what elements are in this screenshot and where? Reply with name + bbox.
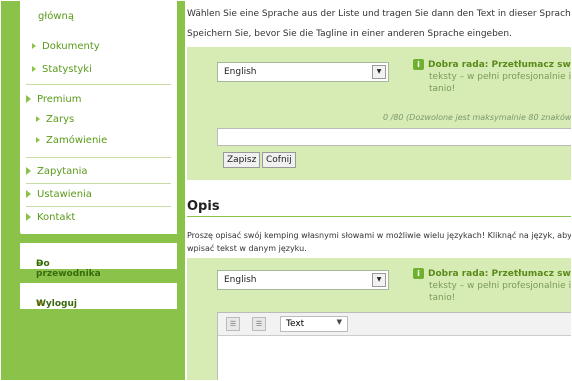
unordered-list-icon[interactable]: ☰ — [252, 317, 266, 331]
format-value: Text — [286, 319, 305, 329]
tagline-panel: English ▼ i Dobra rada: Przetłumacz swoje… — [187, 47, 572, 180]
chevron-right-icon — [26, 95, 31, 103]
sidebar-item-dokumenty[interactable]: Dokumenty — [32, 41, 100, 52]
save-button[interactable]: Zapisz — [223, 152, 261, 168]
opis-panel: English ▼ i Dobra rada: Przetłumacz swoje… — [187, 258, 572, 381]
opis-instruction: Proszę opisać swój kemping własnymi słow… — [187, 231, 572, 240]
sidebar: główną Dokumenty Statystyki Premium Zary… — [0, 0, 185, 381]
logout-button-label: Wyloguj — [36, 299, 77, 309]
divider — [26, 206, 171, 207]
sidebar-item-ustawienia[interactable]: Ustawienia — [26, 189, 92, 200]
tip-text: teksty – w pełni profesjonalnie i — [429, 72, 572, 82]
sidebar-item-label: Zapytania — [37, 166, 88, 177]
ordered-list-icon[interactable]: ☰ — [226, 317, 240, 331]
divider — [26, 84, 171, 85]
chevron-down-icon: ▼ — [372, 65, 386, 79]
tagline-language-select[interactable]: English ▼ — [217, 62, 389, 82]
info-icon: i — [413, 59, 424, 70]
tip-text: tanio! — [429, 84, 456, 94]
sidebar-item-label: Dokumenty — [42, 41, 100, 52]
sidebar-item-home[interactable]: główną — [38, 11, 74, 22]
main-content: Wählen Sie eine Sprache aus der Liste un… — [185, 0, 572, 381]
sidebar-item-label: Statystyki — [42, 64, 92, 75]
undo-button[interactable]: Cofnij — [262, 152, 296, 168]
sidebar-item-zapytania[interactable]: Zapytania — [26, 166, 88, 177]
sidebar-item-premium[interactable]: Premium — [26, 94, 82, 105]
tagline-instruction: Speichern Sie, bevor Sie die Tagline in … — [187, 29, 512, 39]
logout-button[interactable]: ✖ Wyloguj — [20, 283, 177, 309]
sidebar-item-kontakt[interactable]: Kontakt — [26, 212, 75, 223]
guide-button-label: Do przewodnika — [36, 259, 101, 279]
tagline-instruction: Wählen Sie eine Sprache aus der Liste un… — [187, 9, 572, 19]
opis-language-select[interactable]: English ▼ — [217, 270, 389, 290]
chevron-right-icon — [36, 137, 40, 143]
format-select[interactable]: Text ▼ — [280, 316, 348, 332]
chevron-right-icon — [36, 116, 40, 122]
chevron-down-icon: ▼ — [372, 273, 386, 287]
selected-language: English — [224, 67, 257, 77]
sidebar-item-label: Kontakt — [37, 212, 76, 223]
translation-tip: i Dobra rada: Przetłumacz swoje teksty – … — [413, 268, 572, 304]
char-counter: 0 /80 (Dozwolone jest maksymalnie 80 zna… — [383, 113, 572, 122]
sidebar-item-label: Zarys — [46, 114, 75, 125]
divider — [26, 157, 171, 158]
tagline-input[interactable] — [217, 128, 572, 146]
section-underline — [187, 216, 572, 217]
translation-tip: i Dobra rada: Przetłumacz swoje teksty – … — [413, 59, 572, 95]
chevron-right-icon — [26, 190, 31, 198]
divider — [26, 183, 171, 184]
sidebar-item-zarys[interactable]: Zarys — [36, 114, 74, 125]
tip-title: Dobra rada: Przetłumacz swoje — [428, 60, 572, 70]
chevron-right-icon — [32, 43, 36, 49]
opis-instruction: wpisać tekst w danym języku. — [187, 244, 307, 253]
sidebar-item-label: Premium — [37, 94, 82, 105]
sidebar-item-label: Zamówienie — [46, 135, 108, 146]
sidebar-item-zamowienie[interactable]: Zamówienie — [36, 135, 107, 146]
sidebar-item-label: Ustawienia — [37, 189, 92, 200]
guide-button[interactable]: ➡ Do przewodnika — [20, 243, 177, 279]
tip-text: tanio! — [429, 293, 456, 303]
editor-toolbar: ☰ ☰ Text ▼ — [218, 313, 572, 336]
chevron-right-icon — [32, 66, 36, 72]
chevron-down-icon: ▼ — [336, 318, 342, 326]
sidebar-item-label: główną — [38, 11, 74, 22]
section-title-opis: Opis — [187, 199, 220, 214]
selected-language: English — [224, 275, 257, 285]
sidebar-item-statystyki[interactable]: Statystyki — [32, 64, 92, 75]
tip-text: teksty – w pełni profesjonalnie i — [429, 281, 572, 291]
chevron-right-icon — [26, 167, 31, 175]
tip-title: Dobra rada: Przetłumacz swoje — [428, 269, 572, 279]
description-editor[interactable]: ☰ ☰ Text ▼ — [217, 312, 572, 381]
chevron-right-icon — [26, 213, 31, 221]
info-icon: i — [413, 268, 424, 279]
